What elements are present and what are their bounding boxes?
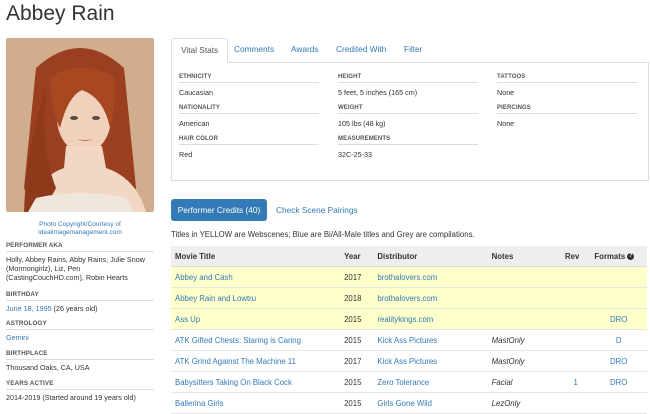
movie-title-link[interactable]: Abbey and Cash — [175, 273, 233, 282]
tab-comments[interactable]: Comments — [225, 38, 283, 61]
movie-title-link[interactable]: Abbey Rain and Lowtru — [175, 294, 256, 303]
distributor-link[interactable]: Kick Ass Pictures — [377, 357, 437, 366]
aka-value: Holly, Abbey Rains, Abby Rains, Julie Sn… — [6, 255, 145, 282]
vital-stats-panel: ETHNICITY Caucasian NATIONALITY American… — [171, 62, 649, 181]
stat-height: HEIGHT 5 feet, 5 inches (165 cm) — [338, 74, 478, 97]
notes-cell: LezOnly — [491, 398, 521, 408]
tab-filter[interactable]: Filter — [395, 38, 431, 61]
birthday-link[interactable]: June 18, 1995 — [6, 304, 52, 313]
year-cell: 2017 — [344, 356, 362, 366]
movie-title-link[interactable]: ATK Grind Against The Machine 11 — [175, 357, 296, 366]
review-link[interactable]: 1 — [574, 378, 578, 387]
table-row: Babysitters Taking On Black Cock 2015 Zero… — [171, 371, 647, 393]
table-row: Ass Up 2015 realitykings.com DRO — [171, 308, 647, 330]
year-cell: 2015 — [344, 377, 362, 387]
distributor-link[interactable]: Kick Ass Pictures — [377, 336, 437, 345]
birthplace-label: BIRTHPLACE — [6, 350, 154, 360]
stat-weight: WEIGHT 105 lbs (48 kg) — [338, 105, 478, 128]
aka-label: PERFORMER AKA — [6, 242, 154, 252]
performer-credits-button[interactable]: Performer Credits (40) — [171, 199, 267, 221]
tab-bar: Vital Stats Comments Awards Credited Wit… — [171, 38, 647, 63]
col-formats[interactable]: Formats? — [590, 246, 647, 267]
distributor-link[interactable]: brothalovers.com — [377, 294, 437, 303]
years-active-label: YEARS ACTIVE — [6, 380, 154, 390]
page-title: Abbey Rain — [6, 2, 115, 25]
photo-credit[interactable]: Photo Copyright/Courtesy of idealimagema… — [6, 221, 154, 237]
stat-hair-color: HAIR COLOR Red — [179, 136, 319, 159]
col-rev[interactable]: Rev — [561, 246, 591, 267]
stat-tattoos: TATTOOS None — [497, 74, 637, 97]
year-cell: 2015 — [344, 398, 362, 408]
table-header-row: Movie Title Year Distributor Notes Rev F… — [171, 246, 647, 267]
astrology-link[interactable]: Gemini — [6, 333, 29, 342]
astrology-label: ASTROLOGY — [6, 320, 154, 330]
movie-title-link[interactable]: Ballerina Girls — [175, 399, 224, 408]
movie-title-link[interactable]: Ass Up — [175, 315, 200, 324]
col-movie-title[interactable]: Movie Title — [171, 246, 341, 267]
notes-cell: MastOnly — [491, 335, 525, 345]
distributor-link[interactable]: brothalovers.com — [377, 273, 437, 282]
astrology-section: ASTROLOGY Gemini — [6, 320, 154, 342]
distributor-link[interactable]: realitykings.com — [377, 315, 433, 324]
check-scene-pairings-link[interactable]: Check Scene Pairings — [276, 199, 358, 221]
years-active-value: 2014-2019 (Started around 19 years old) — [6, 393, 136, 402]
stat-piercings: PIERCINGS None — [497, 105, 637, 128]
table-row: Abbey Rain and Lowtru 2018 brothalovers.co… — [171, 287, 647, 309]
tab-credited-with[interactable]: Credited With — [327, 38, 395, 61]
notes-cell: MastOnly — [491, 356, 525, 366]
movie-title-link[interactable]: Babysitters Taking On Black Cock — [175, 378, 292, 387]
year-cell: 2015 — [344, 314, 362, 324]
aka-section: PERFORMER AKA Holly, Abbey Rains, Abby R… — [6, 242, 154, 282]
stat-measurements: MEASUREMENTS 32C-25-33 — [338, 136, 478, 159]
stat-ethnicity: ETHNICITY Caucasian — [179, 74, 319, 97]
table-row: ATK Gifted Chests: Staring is Caring 2015… — [171, 329, 647, 351]
year-cell: 2017 — [344, 272, 362, 282]
credits-table: Movie Title Year Distributor Notes Rev F… — [171, 246, 647, 414]
birthplace-section: BIRTHPLACE Thousand Oaks, CA, USA — [6, 350, 154, 372]
distributor-link[interactable]: Zero Tolerance — [377, 378, 429, 387]
table-row: Ballerina Girls 2015 Girls Gone Wild LezOnl… — [171, 392, 647, 414]
formats-link[interactable]: D — [616, 336, 622, 345]
col-distributor[interactable]: Distributor — [373, 246, 488, 267]
performer-photo — [6, 38, 154, 212]
col-notes[interactable]: Notes — [487, 246, 561, 267]
birthplace-value: Thousand Oaks, CA, USA — [6, 363, 90, 372]
stat-nationality: NATIONALITY American — [179, 105, 319, 128]
table-row: Abbey and Cash 2017 brothalovers.com — [171, 266, 647, 288]
formats-link[interactable]: DRO — [610, 357, 627, 366]
col-year[interactable]: Year — [340, 246, 374, 267]
birthday-age: (26 years old) — [51, 304, 98, 313]
notes-cell: Facial — [491, 377, 513, 387]
tab-awards[interactable]: Awards — [282, 38, 328, 61]
table-row: ATK Grind Against The Machine 11 2017 Kick… — [171, 350, 647, 372]
distributor-link[interactable]: Girls Gone Wild — [377, 399, 432, 408]
years-active-section: YEARS ACTIVE 2014-2019 (Started around 1… — [6, 380, 154, 402]
color-legend-note: Titles in YELLOW are Webscenes; Blue are… — [171, 230, 475, 239]
movie-title-link[interactable]: ATK Gifted Chests: Staring is Caring — [175, 336, 301, 345]
tab-vital-stats[interactable]: Vital Stats — [171, 38, 229, 63]
birthday-label: BIRTHDAY — [6, 291, 154, 301]
info-icon[interactable]: ? — [627, 252, 635, 260]
formats-link[interactable]: DRO — [610, 315, 627, 324]
col-formats-label: Formats — [594, 251, 626, 261]
year-cell: 2015 — [344, 335, 362, 345]
birthday-section: BIRTHDAY June 18, 1995 (26 years old) — [6, 291, 154, 313]
year-cell: 2018 — [344, 293, 362, 303]
formats-link[interactable]: DRO — [610, 378, 627, 387]
